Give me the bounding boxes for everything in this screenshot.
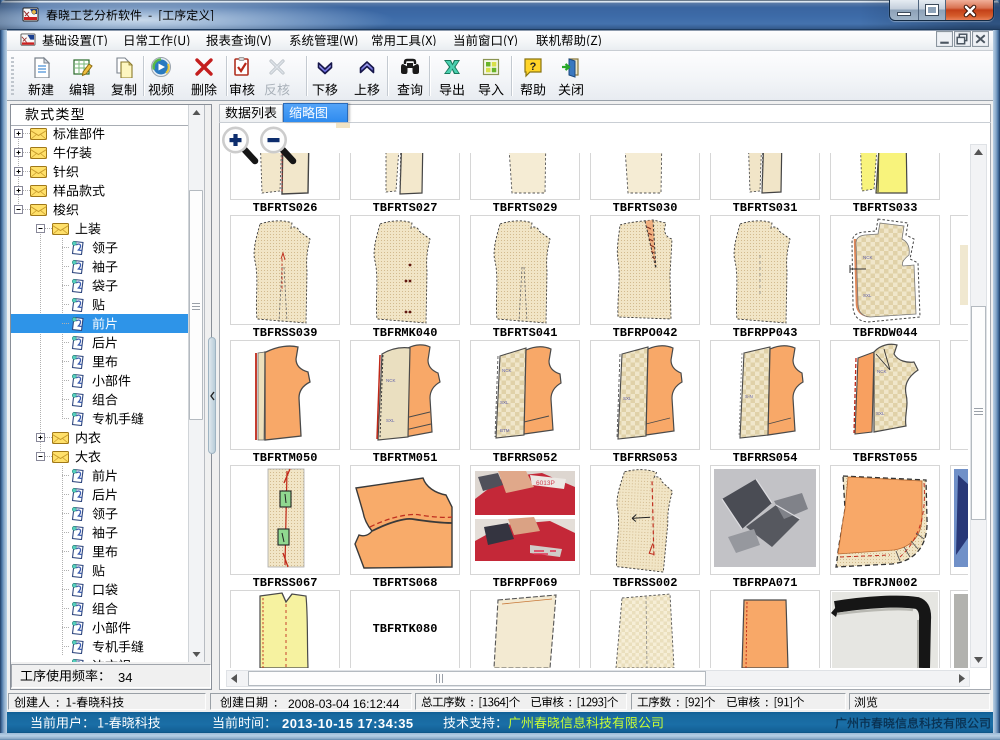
svg-text:6013P: 6013P [536, 480, 555, 487]
svg-text:S-N: S-N [745, 394, 753, 399]
svg-text:SXL: SXL [386, 418, 395, 423]
svg-text:NCK: NCK [877, 369, 887, 374]
svg-text:SXL: SXL [500, 400, 509, 405]
svg-text:SXL: SXL [876, 411, 885, 416]
svg-text:NCK: NCK [502, 368, 512, 373]
svg-text:SXL: SXL [623, 396, 632, 401]
svg-text:?: ? [530, 61, 537, 73]
svg-text:NCK: NCK [863, 255, 873, 260]
svg-text:NCK: NCK [386, 378, 396, 383]
svg-text:BTM: BTM [500, 428, 510, 433]
svg-text:SXL: SXL [863, 293, 872, 298]
